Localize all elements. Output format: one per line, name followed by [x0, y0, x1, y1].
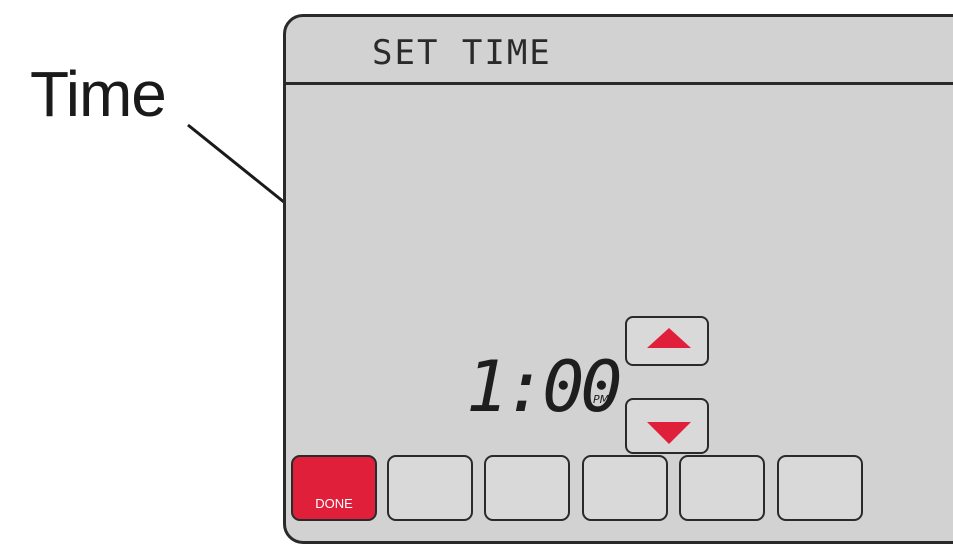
softkey-5[interactable]: [679, 455, 765, 521]
time-down-button[interactable]: [625, 398, 709, 454]
triangle-up-icon: [647, 328, 691, 348]
screen-title: SET TIME: [372, 33, 552, 73]
thermostat-screen: SET TIME 1:00 PM DONE: [283, 14, 953, 544]
softkey-2[interactable]: [387, 455, 473, 521]
am-pm-indicator: PM: [593, 393, 610, 406]
time-callout-label: Time: [30, 58, 167, 130]
done-button-label: DONE: [315, 496, 353, 511]
softkey-6[interactable]: [777, 455, 863, 521]
triangle-down-icon: [647, 422, 691, 444]
softkey-3[interactable]: [484, 455, 570, 521]
time-up-button[interactable]: [625, 316, 709, 366]
title-bar: SET TIME: [286, 17, 953, 85]
softkey-4[interactable]: [582, 455, 668, 521]
time-display: 1:00: [466, 346, 623, 428]
done-button[interactable]: DONE: [291, 455, 377, 521]
